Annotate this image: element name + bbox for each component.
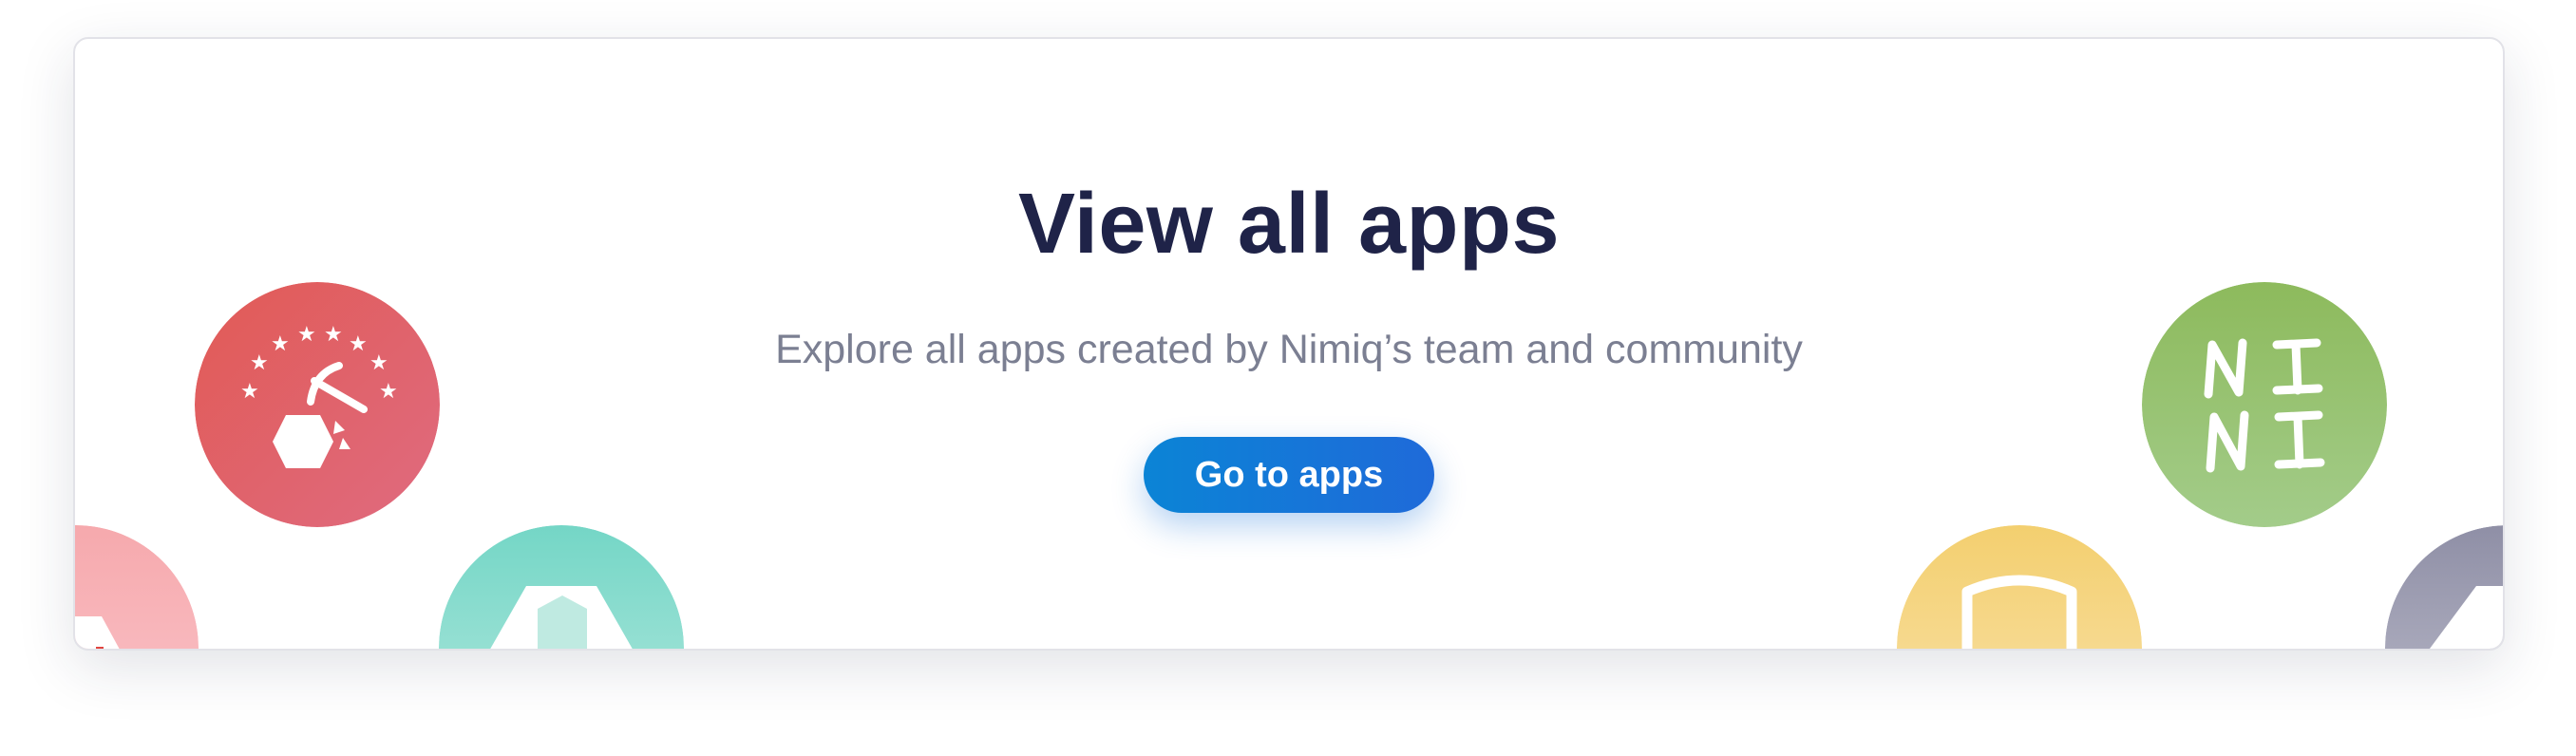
svg-text:★: ★ — [240, 380, 259, 404]
page: View all apps Explore all apps created b… — [0, 0, 2576, 756]
svg-text:★: ★ — [379, 380, 398, 404]
view-all-apps-card: View all apps Explore all apps created b… — [73, 37, 2505, 651]
svg-text:★: ★ — [349, 332, 368, 356]
go-to-apps-button[interactable]: Go to apps — [1144, 437, 1434, 513]
teal-hexagon-icon[interactable] — [439, 525, 684, 649]
svg-text:★: ★ — [271, 332, 290, 356]
ni-ni-game-icon[interactable] — [2142, 282, 2387, 527]
pink-hexagon-icon[interactable] — [75, 525, 199, 649]
svg-text:★: ★ — [324, 323, 343, 347]
gray-app-icon[interactable] — [2385, 525, 2503, 649]
shield-icon[interactable] — [1897, 525, 2142, 649]
pickaxe-miner-icon[interactable]: ★ ★ ★ ★ ★ ★ ★ ★ — [195, 282, 440, 527]
svg-text:★: ★ — [369, 351, 388, 375]
card-subtitle: Explore all apps created by Nimiq’s team… — [775, 327, 1803, 372]
svg-text:★: ★ — [297, 323, 316, 347]
svg-text:★: ★ — [250, 351, 269, 375]
card-title: View all apps — [1017, 177, 1561, 272]
